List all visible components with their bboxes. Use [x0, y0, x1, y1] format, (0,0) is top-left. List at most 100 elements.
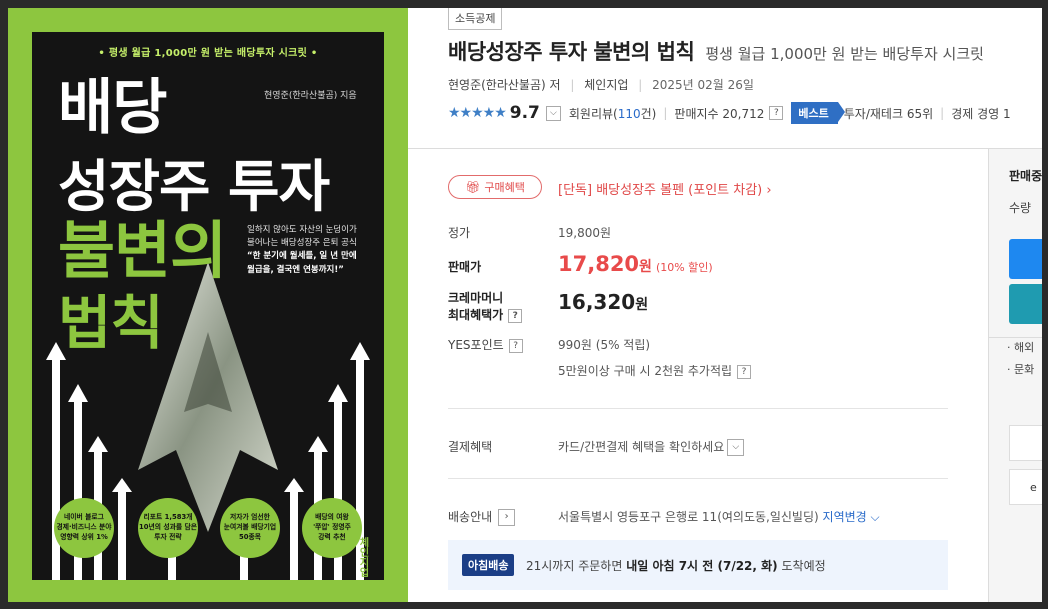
best-badge: 베스트	[791, 102, 846, 124]
section-divider	[448, 408, 948, 409]
help-icon[interactable]: ?	[508, 338, 523, 353]
purchase-benefit-label: 구매혜택	[484, 181, 525, 194]
cover-quote-line: 월급을, 결국엔 연봉까지!”	[247, 264, 344, 275]
exclusive-benefit-link[interactable]: [단독] 배당성장주 볼펜 (포인트 차감) ›	[558, 179, 772, 198]
cover-badge: 네이버 블로그 경제·비즈니스 분야 영향력 상위 1%	[54, 498, 114, 558]
payment-value: 카드/간편결제 혜택을 확인하세요	[558, 440, 725, 454]
crema-label-text: 최대혜택가	[448, 308, 504, 322]
shipping-label: 배송안내	[448, 510, 493, 524]
sale-status: 판매중	[1009, 169, 1042, 183]
change-region-link[interactable]: 지역변경 ⌵	[823, 510, 880, 524]
rating-dropdown-icon[interactable]: ⌵	[545, 105, 561, 121]
points-value: 990원 (5% 적립)	[558, 338, 651, 352]
cover-badge: 저자가 엄선한 눈여겨볼 배당기업 50종목	[220, 498, 280, 558]
help-icon[interactable]: ?	[769, 106, 784, 120]
cover-quote-line: “한 분기에 월세를, 일 년 만에	[247, 251, 357, 262]
cover-author: 현영준(한라산불곰) 지음	[264, 91, 357, 101]
points-label-row: YES포인트?	[448, 336, 523, 353]
cover-description: 일하지 않아도 자산의 눈덩이가 불어나는 배당성장주 은퇴 공식 “한 분기에…	[247, 224, 375, 277]
cover-desc-line: 불어나는 배당성장주 은퇴 공식	[247, 238, 357, 249]
side-link-culture[interactable]: · 문화	[1007, 361, 1034, 377]
review-suffix: 건)	[640, 106, 657, 121]
gift-icon: 🎁︎	[465, 180, 481, 194]
points-extra-row: 5만원이상 구매 시 2천원 추가적립?	[558, 362, 752, 379]
side-option-box[interactable]: e	[1009, 469, 1042, 505]
publisher-link[interactable]: 체인지업	[584, 78, 628, 92]
morning-pre: 21시까지 주문하면	[526, 559, 627, 573]
crema-price-unit: 원	[635, 297, 649, 313]
discount-rate: (10% 할인)	[655, 261, 713, 274]
cover-desc-line: 일하지 않아도 자산의 눈덩이가	[247, 225, 357, 235]
rating-row: ★★★★★ 9.7 ⌵ 회원리뷰(110건) | 판매지수 20,712 ? 베…	[448, 102, 1011, 124]
product-page: • 평생 월급 1,000만 원 받는 배당투자 시크릿 • 현영준(한라산불곰…	[8, 8, 1042, 602]
points-label: YES포인트	[448, 338, 504, 352]
sale-price-unit: 원	[639, 259, 652, 275]
cover-title-line: 법칙	[58, 289, 164, 357]
morning-delivery-badge: 아침배송	[462, 554, 515, 576]
morning-delivery-text: 21시까지 주문하면 내일 아침 7시 전 (7/22, 화) 도착예정	[526, 557, 826, 574]
author-link[interactable]: 현영준(한라산불곰)	[448, 78, 546, 92]
morning-delivery-box: 아침배송 21시까지 주문하면 내일 아침 7시 전 (7/22, 화) 도착예…	[448, 540, 948, 590]
section-divider	[448, 478, 948, 479]
title-subtitle: 평생 월급 1,000만 원 받는 배당투자 시크릿	[705, 45, 984, 63]
shipping-label-row: 배송안내 ›	[448, 508, 516, 526]
crema-label-line2: 최대혜택가?	[448, 306, 523, 323]
change-region-label: 지역변경	[822, 510, 867, 524]
meta-separator: |	[570, 78, 575, 92]
cart-button[interactable]	[1009, 239, 1042, 279]
rating-stars-icon: ★★★★★	[448, 105, 507, 121]
cover-publisher: 체인지업	[357, 537, 368, 577]
cover-tagline: • 평생 월급 1,000만 원 받는 배당투자 시크릿 •	[98, 48, 318, 59]
rating-score: 9.7	[509, 103, 540, 123]
sale-price: 17,820원 (10% 할인)	[558, 252, 713, 276]
morning-post: 도착예정	[777, 559, 826, 573]
list-price-value: 19,800원	[558, 226, 612, 240]
side-option-box[interactable]	[1009, 425, 1042, 461]
crema-price-value: 16,320	[558, 290, 636, 314]
review-label: 회원리뷰(	[568, 106, 618, 121]
review-count: 110	[617, 106, 641, 121]
side-link-overseas[interactable]: · 해외	[1007, 339, 1034, 355]
help-icon[interactable]: ?	[508, 308, 523, 323]
cover-title-line: 배당	[58, 73, 167, 143]
book-cover-artwork: • 평생 월급 1,000만 원 받는 배당투자 시크릿 • 현영준(한라산불곰…	[32, 32, 384, 580]
shipping-address: 서울특별시 영등포구 은행로 11(여의도동,일신빌딩)	[558, 510, 819, 524]
morning-time: 내일 아침 7시 전 (7/22, 화)	[626, 559, 778, 573]
header-divider	[408, 148, 1042, 149]
author-role: 저	[549, 78, 561, 92]
rank-category-1[interactable]: 투자/재테크 65위	[844, 105, 933, 122]
category-tag[interactable]: 소득공제	[448, 8, 503, 30]
payment-label: 결제혜택	[448, 440, 493, 454]
product-meta: 현영준(한라산불곰) 저 | 체인지업 | 2025년 02월 26일	[448, 76, 754, 93]
cover-title-line: 불변의	[58, 214, 227, 287]
sales-index: 판매지수 20,712	[674, 106, 765, 121]
rank-category-2[interactable]: 경제 경영 1	[951, 105, 1010, 122]
shipping-address-row: 서울특별시 영등포구 은행로 11(여의도동,일신빌딩) 지역변경 ⌵	[558, 508, 880, 525]
review-link[interactable]: 회원리뷰(110건)	[569, 105, 656, 122]
sale-price-value: 17,820	[558, 252, 640, 276]
points-extra: 5만원이상 구매 시 2천원 추가적립	[558, 364, 733, 378]
sale-price-label: 판매가	[448, 260, 482, 274]
payment-row: 카드/간편결제 혜택을 확인하세요 ⌵	[558, 438, 745, 456]
help-icon[interactable]: ?	[737, 364, 752, 379]
meta-separator: |	[663, 106, 668, 120]
meta-separator: |	[638, 78, 643, 92]
crema-label: 크레마머니	[448, 291, 504, 305]
meta-separator: |	[940, 106, 945, 120]
buy-now-button[interactable]	[1009, 284, 1042, 324]
book-cover[interactable]: • 평생 월급 1,000만 원 받는 배당투자 시크릿 • 현영준(한라산불곰…	[8, 8, 408, 602]
purchase-benefit-button[interactable]: 🎁︎ 구매혜택	[448, 175, 542, 199]
product-title: 배당성장주 투자 불변의 법칙 평생 월급 1,000만 원 받는 배당투자 시…	[448, 36, 984, 66]
cover-badge: 리포트 1,583개 10년의 성과를 담은 투자 전략	[138, 498, 198, 558]
cover-badge: 배당의 여왕 '쭈압' 정영주 강력 추천	[302, 498, 362, 558]
publish-date: 2025년 02월 26일	[652, 78, 754, 92]
list-price-label: 정가	[448, 226, 471, 240]
payment-dropdown-icon[interactable]: ⌵	[727, 439, 745, 456]
purchase-side-panel: 판매중 수량 · 해외 · 문화 e	[988, 149, 1042, 602]
crema-price: 16,320원	[558, 290, 648, 314]
exclusive-benefit-text: [단독] 배당성장주 볼펜 (포인트 차감)	[558, 183, 763, 198]
chevron-right-icon[interactable]: ›	[498, 509, 516, 526]
quantity-label: 수량	[1009, 201, 1032, 215]
cover-title-line: 성장주 투자	[58, 155, 330, 220]
side-divider	[989, 337, 1042, 338]
